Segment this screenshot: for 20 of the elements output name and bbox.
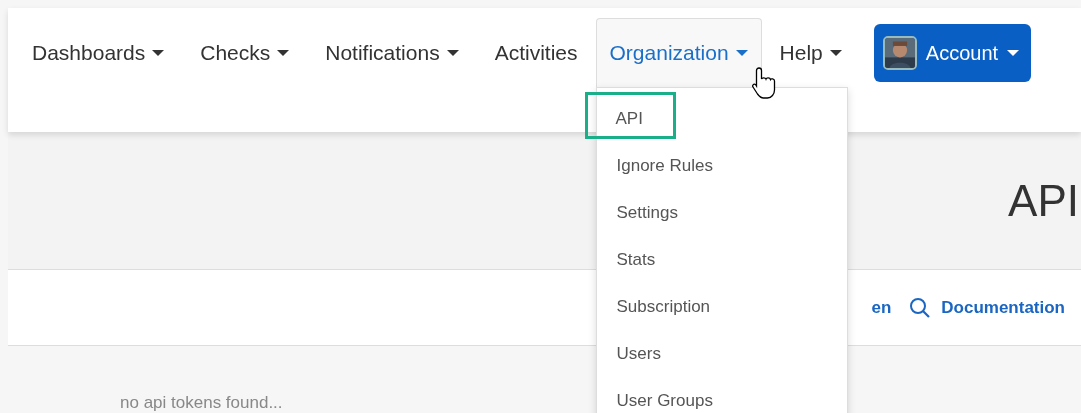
toolbar-link[interactable]: Documentation bbox=[909, 294, 1065, 321]
toolbar-link[interactable]: en bbox=[871, 294, 892, 321]
nav-menu-item[interactable]: Organization bbox=[595, 18, 762, 88]
account-button[interactable]: Account bbox=[873, 24, 1032, 82]
dropdown-item[interactable]: Users bbox=[597, 327, 680, 374]
nav-menu-item[interactable]: Help bbox=[761, 18, 860, 88]
dropdown-item[interactable]: Subscription bbox=[597, 280, 730, 327]
nav-menu-item[interactable]: Dashboards bbox=[14, 18, 183, 88]
dropdown-item[interactable]: API bbox=[584, 92, 676, 139]
page-title: API bbox=[1008, 178, 1079, 223]
caret-icon bbox=[1007, 50, 1020, 56]
nav-menu-item[interactable]: Activities bbox=[476, 18, 596, 88]
dropdown-item[interactable]: User Groups bbox=[597, 374, 732, 413]
dropdown-item[interactable]: Stats bbox=[597, 233, 675, 280]
nav-menu-item[interactable]: Checks bbox=[182, 18, 308, 88]
dropdown-item[interactable]: Ignore Rules bbox=[597, 139, 732, 186]
empty-message: no api tokens found... bbox=[120, 392, 283, 413]
nav-menu-item[interactable]: Notifications bbox=[307, 18, 477, 88]
search-icon bbox=[909, 296, 932, 319]
dropdown-item[interactable]: Settings bbox=[597, 186, 697, 233]
